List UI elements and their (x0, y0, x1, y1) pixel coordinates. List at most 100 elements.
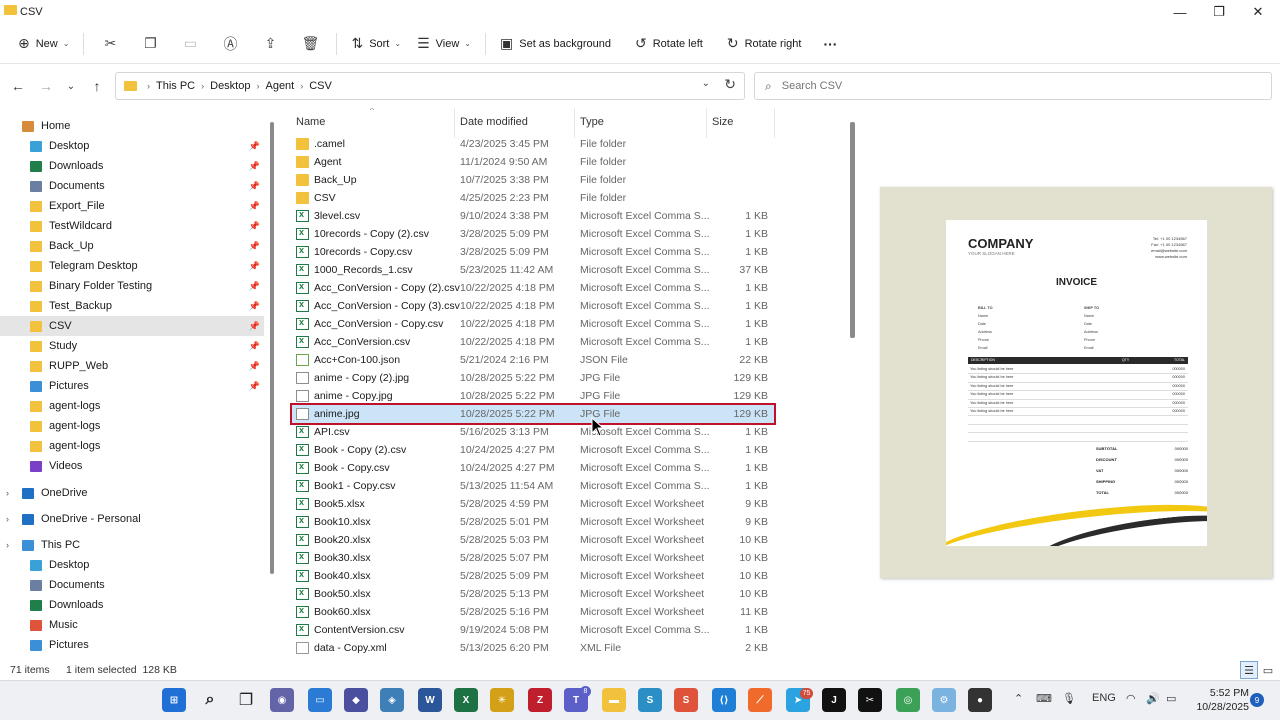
column-header-date[interactable]: Date modified (460, 112, 528, 132)
rename-button[interactable]: Ⓐ (210, 29, 250, 59)
sidebar-item[interactable]: Desktop 📌 (0, 136, 264, 156)
sidebar-item[interactable]: Export_File 📌 (0, 196, 264, 216)
details-view-button[interactable]: ☰ (1240, 661, 1258, 679)
sidebar-item[interactable]: CSV 📌 (0, 316, 264, 336)
forward-button[interactable]: → (33, 72, 59, 100)
file-row[interactable]: Acc_ConVersion - Copy.csv 10/22/2025 4:18… (292, 315, 774, 333)
breadcrumb-desktop[interactable]: Desktop (210, 80, 250, 92)
cut-button[interactable]: ✂ (90, 29, 130, 59)
search-icon[interactable]: ⌕ (198, 688, 222, 712)
sidebar-item[interactable]: Pictures 📌 (0, 376, 264, 396)
column-header-name[interactable]: Name (296, 112, 325, 132)
search-input[interactable] (781, 80, 1182, 92)
capcut-icon[interactable]: ✂ (858, 688, 882, 712)
clock[interactable]: 5:52 PM 10/28/2025 (1195, 686, 1249, 714)
app-icon[interactable]: ⟋ (748, 688, 772, 712)
app-icon[interactable]: ◈ (380, 688, 404, 712)
file-row[interactable]: Book20.xlsx 5/28/2025 5:03 PM Microsoft Ex… (292, 531, 774, 549)
view-button[interactable]: ☰ View ⌄ (409, 29, 479, 59)
file-row[interactable]: anime.jpg 10/28/2025 5:22 PM JPG File 129 K… (290, 403, 776, 425)
file-row[interactable]: Acc+Con-100.json 5/21/2024 2:16 PM JSON Fi… (292, 351, 774, 369)
file-row[interactable]: .camel 4/23/2025 3:45 PM File folder (292, 135, 774, 153)
copy-button[interactable]: ❐ (130, 29, 170, 59)
column-header-size[interactable]: Size (712, 112, 733, 132)
column-divider[interactable] (454, 108, 455, 138)
set-background-button[interactable]: ▣ Set as background (492, 29, 619, 59)
close-button[interactable]: ✕ (1238, 0, 1278, 24)
file-row[interactable]: Acc_ConVersion - Copy (2).csv10/22/2025 … (292, 279, 774, 297)
sidebar-item[interactable]: › OneDrive (0, 483, 264, 503)
app-icon[interactable]: ● (968, 688, 992, 712)
microphone-icon[interactable]: 🎙 (1062, 692, 1076, 705)
sidebar-item[interactable]: Documents 📌 (0, 176, 264, 196)
chrome-icon[interactable]: ◎ (896, 688, 920, 712)
file-row[interactable]: CSV 4/25/2025 2:23 PM File folder (292, 189, 774, 207)
rotate-right-button[interactable]: ↻ Rotate right (719, 29, 810, 59)
sidebar-item[interactable]: Back_Up 📌 (0, 236, 264, 256)
jetbrains-icon[interactable]: J (822, 688, 846, 712)
expand-chevron-icon[interactable]: › (6, 540, 9, 550)
vscode-icon[interactable]: ⟨⟩ (712, 688, 736, 712)
notification-badge[interactable]: 9 (1250, 693, 1264, 707)
sidebar-item[interactable]: agent-logs (0, 416, 264, 436)
sidebar-item[interactable]: › OneDrive - Personal (0, 509, 264, 529)
file-row[interactable]: Back_Up 10/7/2025 3:38 PM File folder (292, 171, 774, 189)
file-row[interactable]: Book10.xlsx 5/28/2025 5:01 PM Microsoft Ex… (292, 513, 774, 531)
file-row[interactable]: anime - Copy (2).jpg 10/28/2025 5:22 PM JP… (292, 369, 774, 387)
file-row[interactable]: Book50.xlsx 5/28/2025 5:13 PM Microsoft Ex… (292, 585, 774, 603)
filezilla-icon[interactable]: Z (528, 688, 552, 712)
expand-chevron-icon[interactable]: › (6, 488, 9, 498)
app-icon[interactable]: S (638, 688, 662, 712)
column-divider[interactable] (574, 108, 575, 138)
file-row[interactable]: 3level.csv 9/10/2024 3:38 PM Microsoft Exc… (292, 207, 774, 225)
sidebar-scrollbar[interactable] (270, 122, 274, 574)
rotate-left-button[interactable]: ↺ Rotate left (627, 29, 711, 59)
sidebar-item[interactable]: Downloads (0, 595, 264, 615)
file-row[interactable]: Book30.xlsx 5/28/2025 5:07 PM Microsoft Ex… (292, 549, 774, 567)
file-row[interactable]: anime - Copy.jpg 10/28/2025 5:22 PM JPG Fi… (292, 387, 774, 405)
app-icon[interactable]: ◆ (344, 688, 368, 712)
sidebar-item[interactable]: › This PC (0, 535, 264, 555)
sidebar-item[interactable]: Music (0, 615, 264, 635)
excel-icon[interactable]: X (454, 688, 478, 712)
file-row[interactable]: Book40.xlsx 5/28/2025 5:09 PM Microsoft Ex… (292, 567, 774, 585)
file-row[interactable]: data - Copy.xml 5/13/2025 6:20 PM XML File… (292, 639, 774, 657)
sidebar-item[interactable]: Downloads 📌 (0, 156, 264, 176)
volume-icon[interactable]: 🔊 (1146, 692, 1160, 705)
file-row[interactable]: Book60.xlsx 5/28/2025 5:16 PM Microsoft Ex… (292, 603, 774, 621)
word-icon[interactable]: W (418, 688, 442, 712)
breadcrumb-this-pc[interactable]: This PC (156, 80, 195, 92)
refresh-icon[interactable]: ↻ (724, 76, 736, 93)
file-explorer-icon[interactable]: ▬ (602, 688, 626, 712)
wifi-icon[interactable]: ◠ (1126, 692, 1136, 705)
share-button[interactable]: ⇪ (250, 29, 290, 59)
keyboard-icon[interactable]: ⌨ (1036, 692, 1052, 705)
start-icon[interactable]: ⊞ (162, 688, 186, 712)
breadcrumb-agent[interactable]: Agent (265, 80, 294, 92)
sidebar-item[interactable]: Desktop (0, 555, 264, 575)
minimize-button[interactable]: — (1160, 0, 1200, 24)
app-icon[interactable]: ⚙ (932, 688, 956, 712)
show-hidden-icons-chevron-icon[interactable]: ⌃ (1014, 692, 1023, 705)
sidebar-item[interactable]: Test_Backup 📌 (0, 296, 264, 316)
file-row[interactable]: Acc_ConVersion.csv 10/22/2025 4:18 PM Micr… (292, 333, 774, 351)
recent-locations-button[interactable]: ⌄ (58, 72, 84, 100)
sidebar-item[interactable]: Videos (0, 456, 264, 476)
sidebar-item[interactable]: Telegram Desktop 📌 (0, 256, 264, 276)
file-row[interactable]: Book - Copy (2).csv 10/24/2025 4:27 PM Mic… (292, 441, 774, 459)
delete-button[interactable]: 🗑 (290, 29, 330, 59)
sidebar-item[interactable]: agent-logs (0, 436, 264, 456)
new-button[interactable]: ⊕ New ⌄ (10, 29, 77, 59)
file-row[interactable]: Book - Copy.csv 10/24/2025 4:27 PM Microso… (292, 459, 774, 477)
file-list-scrollbar[interactable] (850, 122, 855, 338)
sidebar-item[interactable]: Study 📌 (0, 336, 264, 356)
battery-icon[interactable]: ▭ (1166, 692, 1176, 705)
sidebar-item[interactable]: RUPP_Web 📌 (0, 356, 264, 376)
tiles-view-button[interactable]: ▭ (1259, 661, 1277, 679)
sidebar-item[interactable]: Pictures (0, 635, 264, 655)
maximize-button[interactable]: ❐ (1199, 0, 1239, 24)
sort-button[interactable]: ⇅ Sort ⌄ (343, 29, 409, 59)
file-row[interactable]: 1000_Records_1.csv 5/23/2025 11:42 AM Micr… (292, 261, 774, 279)
app-icon[interactable]: ✳ (490, 688, 514, 712)
file-row[interactable]: 10records - Copy (2).csv 3/28/2025 5:09 P… (292, 225, 774, 243)
